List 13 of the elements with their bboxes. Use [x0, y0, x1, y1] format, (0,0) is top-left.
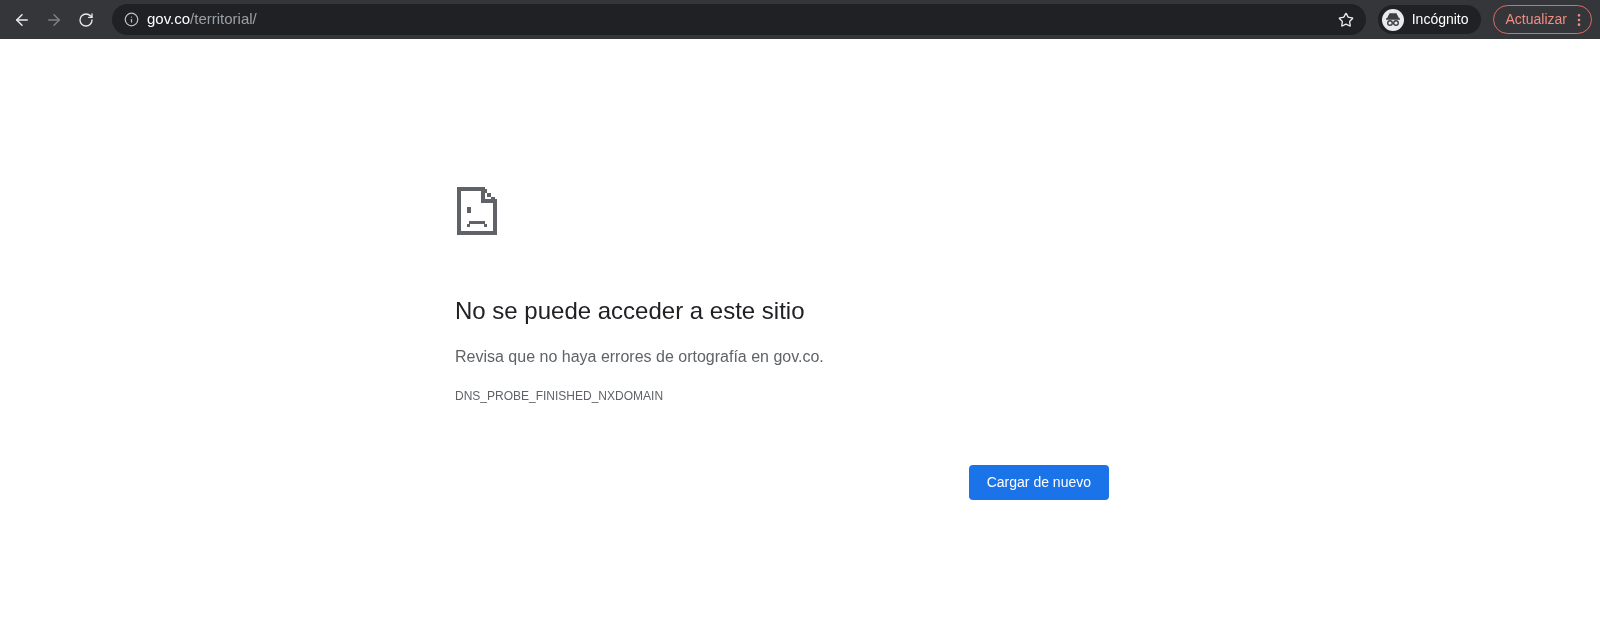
incognito-label: Incógnito: [1411, 10, 1469, 29]
sad-page-icon: [457, 187, 497, 235]
reload-page-button[interactable]: Cargar de nuevo: [968, 465, 1109, 500]
error-message: Revisa que no haya errores de ortografía en gov.co.: [455, 347, 825, 367]
address-bar[interactable]: gov.co/territorial/: [112, 4, 1366, 35]
error-code: DNS_PROBE_FINISHED_NXDOMAIN: [455, 388, 665, 405]
error-title: No se puede acceder a este sitio: [455, 296, 806, 326]
bookmark-star-icon[interactable]: [1337, 11, 1354, 28]
info-icon[interactable]: [124, 12, 139, 27]
url-text: gov.co/territorial/: [147, 9, 257, 30]
incognito-icon: [1381, 8, 1404, 31]
reload-icon: [78, 11, 94, 28]
incognito-badge[interactable]: Incógnito: [1377, 5, 1481, 34]
